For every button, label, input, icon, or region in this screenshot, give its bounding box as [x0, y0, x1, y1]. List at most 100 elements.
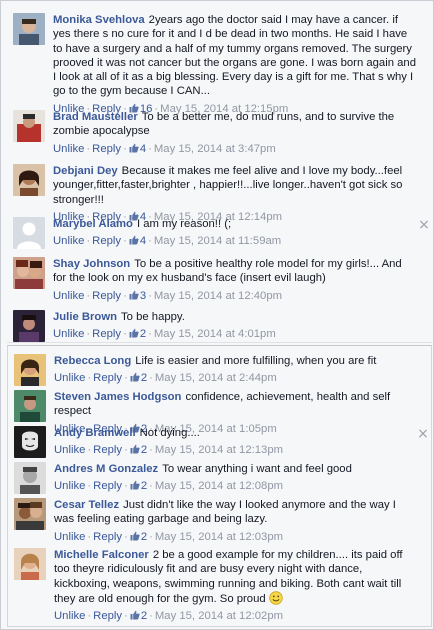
unlike-link[interactable]: Unlike [54, 444, 85, 456]
separator: · [124, 530, 128, 543]
reply-link[interactable]: Reply [92, 143, 121, 155]
avatar[interactable] [13, 217, 45, 249]
unlike-link[interactable]: Unlike [54, 531, 85, 543]
unlike-link[interactable]: Unlike [53, 235, 84, 247]
avatar[interactable] [13, 257, 45, 289]
thumbs-up-icon [130, 610, 140, 620]
avatar[interactable] [13, 13, 45, 45]
separator: · [149, 530, 153, 543]
separator: · [124, 610, 128, 623]
smiley-emoji-icon [269, 591, 283, 605]
separator: · [86, 328, 91, 341]
separator: · [149, 610, 153, 623]
comment-author[interactable]: Andy Bramwell [54, 427, 136, 439]
close-icon[interactable]: × [418, 218, 430, 232]
avatar[interactable] [14, 462, 46, 494]
avatar[interactable] [14, 426, 46, 458]
like-count-link[interactable]: 2 [130, 610, 147, 622]
comment-text: Life is easier and more fulfilling, when… [135, 355, 377, 367]
separator: · [149, 480, 153, 493]
timestamp[interactable]: May 15, 2014 at 2:44pm [155, 372, 277, 384]
avatar[interactable] [14, 548, 46, 580]
like-count-link[interactable]: 2 [130, 480, 147, 492]
comment-author[interactable]: Brad Mausteller [53, 111, 138, 123]
separator: · [123, 289, 127, 302]
like-count-link[interactable]: 4 [129, 143, 146, 155]
avatar[interactable] [13, 310, 45, 342]
like-count-link[interactable]: 2 [129, 328, 146, 340]
comments-panel-top: Monika Svehlova 2years ago the doctor sai… [7, 3, 432, 343]
avatar[interactable] [13, 110, 45, 142]
reply-link[interactable]: Reply [93, 531, 122, 543]
comment-actions: Unlike · Reply · 2 · May 15, 2014 at 12:13pm [54, 443, 417, 457]
avatar-photo [14, 354, 46, 386]
like-count-link[interactable]: 4 [129, 235, 146, 247]
timestamp[interactable]: May 15, 2014 at 12:08pm [155, 480, 283, 492]
comment-author[interactable]: Monika Svehlova [53, 14, 145, 26]
reply-link[interactable]: Reply [92, 328, 121, 340]
timestamp[interactable]: May 15, 2014 at 3:47pm [154, 143, 276, 155]
comment-author[interactable]: Debjani Dey [53, 165, 118, 177]
like-count-link[interactable]: 3 [129, 290, 146, 302]
unlike-link[interactable]: Unlike [54, 372, 85, 384]
unlike-link[interactable]: Unlike [54, 480, 85, 492]
comment-author[interactable]: Julie Brown [53, 311, 117, 323]
unlike-link[interactable]: Unlike [54, 610, 85, 622]
avatar[interactable] [14, 354, 46, 386]
comment-text: Not dying.... [139, 427, 200, 439]
comment-author[interactable]: Rebecca Long [54, 355, 131, 367]
like-count-link[interactable]: 2 [130, 372, 147, 384]
separator: · [148, 142, 152, 155]
reply-link[interactable]: Reply [92, 290, 121, 302]
comment-author[interactable]: Michelle Falconer [54, 549, 149, 561]
unlike-link[interactable]: Unlike [53, 290, 84, 302]
comment-author[interactable]: Andres M Gonzalez [54, 463, 158, 475]
separator: · [149, 372, 153, 385]
avatar-photo [14, 548, 46, 580]
separator: · [86, 289, 91, 302]
timestamp[interactable]: May 15, 2014 at 12:40pm [154, 290, 282, 302]
separator: · [87, 372, 92, 385]
comment-author[interactable]: Steven James Hodgson [54, 391, 181, 403]
avatar[interactable] [14, 498, 46, 530]
unlike-link[interactable]: Unlike [53, 143, 84, 155]
comment-text: I am my reason!! (; [136, 218, 232, 230]
avatar[interactable] [14, 390, 46, 422]
comment-actions: Unlike · Reply · 2 · May 15, 2014 at 2:44pm [54, 371, 417, 385]
avatar-photo [13, 164, 45, 196]
comment-text: To wear anything i want and feel good [162, 463, 352, 475]
avatar[interactable] [13, 164, 45, 196]
comment-author[interactable]: Cesar Tellez [54, 499, 119, 511]
timestamp[interactable]: May 15, 2014 at 12:13pm [155, 444, 283, 456]
like-count-link[interactable]: 2 [130, 531, 147, 543]
comment-text: To be happy. [121, 311, 185, 323]
thumbs-up-icon [130, 372, 140, 382]
timestamp[interactable]: May 15, 2014 at 12:02pm [155, 610, 283, 622]
avatar-photo [14, 462, 46, 494]
separator: · [148, 235, 152, 248]
comment-author[interactable]: Marybel Alamo [53, 218, 133, 230]
separator: · [87, 610, 92, 623]
comment-author[interactable]: Shay Johnson [53, 258, 130, 270]
timestamp[interactable]: May 15, 2014 at 4:01pm [154, 328, 276, 340]
comment-actions: Unlike · Reply · 3 · May 15, 2014 at 12:40pm [53, 289, 418, 303]
separator: · [148, 328, 152, 341]
thumbs-up-icon [130, 480, 140, 490]
reply-link[interactable]: Reply [93, 372, 122, 384]
separator: · [86, 235, 91, 248]
comment-actions: Unlike · Reply · 2 · May 15, 2014 at 4:01pm [53, 327, 418, 341]
avatar-photo [13, 13, 45, 45]
reply-link[interactable]: Reply [93, 480, 122, 492]
avatar-photo [14, 426, 46, 458]
thumbs-up-icon [129, 290, 139, 300]
reply-link[interactable]: Reply [93, 610, 122, 622]
timestamp[interactable]: May 15, 2014 at 11:59am [154, 235, 281, 247]
separator: · [123, 235, 127, 248]
thumbs-up-icon [130, 531, 140, 541]
like-count-link[interactable]: 2 [130, 444, 147, 456]
reply-link[interactable]: Reply [92, 235, 121, 247]
unlike-link[interactable]: Unlike [53, 328, 84, 340]
close-icon[interactable]: × [417, 427, 429, 441]
reply-link[interactable]: Reply [93, 444, 122, 456]
timestamp[interactable]: May 15, 2014 at 12:03pm [155, 531, 283, 543]
